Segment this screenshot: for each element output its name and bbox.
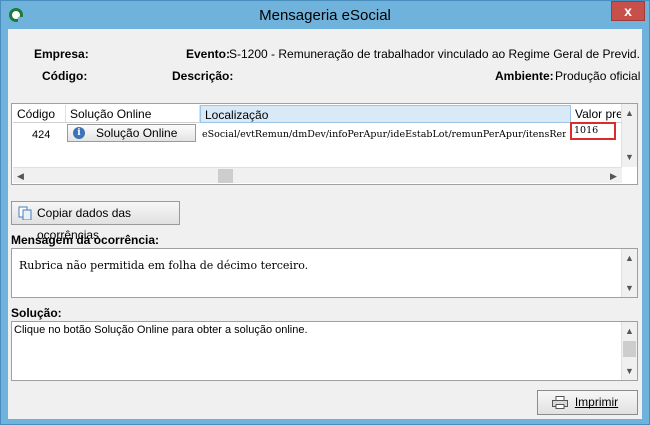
mensagem-scrollbar[interactable]: ▲ ▼ xyxy=(621,249,637,297)
scroll-down-arrow-icon[interactable]: ▼ xyxy=(622,280,637,296)
column-header-solucao-online[interactable]: Solução Online xyxy=(66,105,200,123)
column-header-codigo[interactable]: Código xyxy=(13,105,66,123)
close-button[interactable]: x xyxy=(611,1,645,21)
title-bar[interactable]: Mensageria eSocial x xyxy=(1,1,649,29)
solucao-online-button-label: Solução Online xyxy=(96,126,178,140)
column-header-localizacao[interactable]: Localização xyxy=(200,105,571,123)
ambiente-label: Ambiente: xyxy=(495,69,554,83)
print-button-label: Imprimir xyxy=(574,395,619,409)
solucao-label: Solução: xyxy=(11,306,62,320)
scroll-down-arrow-icon[interactable]: ▼ xyxy=(622,149,637,165)
occurrences-grid[interactable]: Código Solução Online Localização Valor … xyxy=(11,103,638,185)
mensagem-text: Rubrica não permitida em folha de décimo… xyxy=(19,259,309,272)
codigo-label: Código: xyxy=(42,69,88,83)
grid-horizontal-scrollbar[interactable]: ◀ ▶ xyxy=(13,167,622,183)
mensagem-label: Mensagem da ocorrência: xyxy=(11,233,160,247)
column-header-valor[interactable]: Valor preen xyxy=(571,105,622,123)
grid-vertical-scrollbar[interactable]: ▲ ▼ xyxy=(621,104,637,167)
copy-occurrences-button[interactable]: Copiar dados das ocorrências xyxy=(11,201,180,242)
info-icon: i xyxy=(73,127,85,139)
solucao-textbox[interactable]: Clique no botão Solução Online para obte… xyxy=(11,321,638,381)
vertical-scroll-thumb[interactable] xyxy=(623,341,636,357)
solucao-text: Clique no botão Solução Online para obte… xyxy=(14,324,308,336)
print-button[interactable]: Imprimir xyxy=(537,390,638,415)
mensagem-textbox[interactable]: Rubrica não permitida em folha de décimo… xyxy=(11,248,638,298)
scroll-down-arrow-icon[interactable]: ▼ xyxy=(622,363,637,379)
evento-label: Evento: xyxy=(186,47,231,61)
scroll-up-arrow-icon[interactable]: ▲ xyxy=(622,105,637,121)
main-window: Mensageria eSocial x Empresa: Evento: S-… xyxy=(0,0,650,425)
cell-codigo: 424 xyxy=(32,129,51,141)
cell-valor-highlighted: 1016 xyxy=(570,122,616,140)
horizontal-scroll-thumb[interactable] xyxy=(218,169,233,183)
evento-value: S-1200 - Remuneração de trabalhador vinc… xyxy=(229,47,641,61)
scroll-up-arrow-icon[interactable]: ▲ xyxy=(622,323,637,339)
copy-icon xyxy=(18,206,32,220)
scroll-left-arrow-icon[interactable]: ◀ xyxy=(13,168,28,184)
scroll-up-arrow-icon[interactable]: ▲ xyxy=(622,250,637,266)
cell-localizacao: eSocial/evtRemun/dmDev/infoPerApur/ideEs… xyxy=(202,129,566,140)
scroll-right-arrow-icon[interactable]: ▶ xyxy=(606,168,621,184)
empresa-label: Empresa: xyxy=(34,47,89,61)
ambiente-value: Produção oficial xyxy=(555,69,641,83)
solucao-online-button[interactable]: i Solução Online xyxy=(67,124,196,142)
printer-icon xyxy=(552,396,568,409)
dialog-body: Empresa: Evento: S-1200 - Remuneração de… xyxy=(8,29,642,419)
descricao-label: Descrição: xyxy=(172,69,234,83)
window-title: Mensageria eSocial xyxy=(259,7,391,24)
solucao-scrollbar[interactable]: ▲ ▼ xyxy=(621,322,637,380)
